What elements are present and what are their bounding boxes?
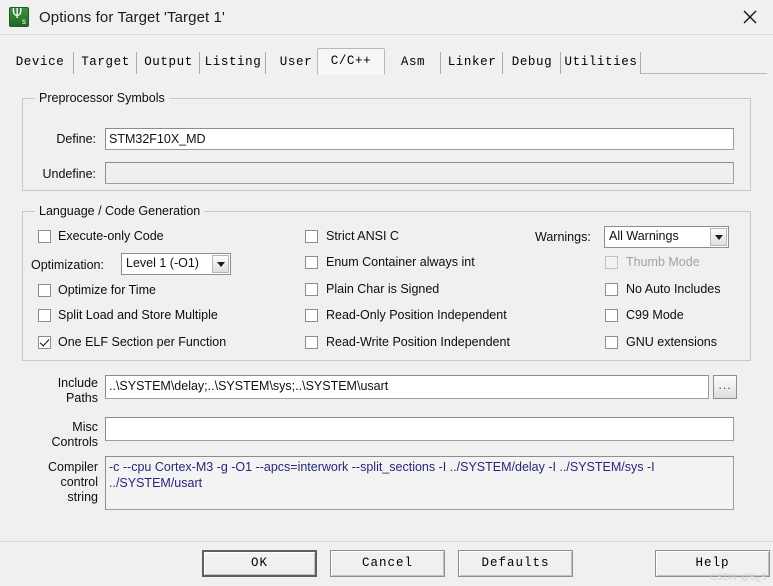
tab-strip: Device Target Output Listing User C/C++ … bbox=[6, 48, 767, 75]
checkbox-split-load-and-store-multiple[interactable] bbox=[38, 309, 51, 322]
misc-controls-label-line2: Controls bbox=[51, 435, 98, 449]
label-gnu-extensions[interactable]: GNU extensions bbox=[626, 335, 717, 349]
tab-output[interactable]: Output bbox=[137, 52, 200, 74]
compiler-control-string-label-line2: control bbox=[60, 475, 98, 489]
optimization-select[interactable]: Level 1 (-O1) bbox=[121, 253, 231, 275]
define-label: Define: bbox=[56, 132, 96, 146]
label-strict-ansi-c[interactable]: Strict ANSI C bbox=[326, 229, 399, 243]
define-input[interactable]: STM32F10X_MD bbox=[105, 128, 734, 150]
defaults-button[interactable]: Defaults bbox=[458, 550, 573, 577]
checkbox-execute-only-code[interactable] bbox=[38, 230, 51, 243]
include-paths-label-line2: Paths bbox=[66, 391, 98, 405]
compiler-control-string-label-line3: string bbox=[67, 490, 98, 504]
tab-debug[interactable]: Debug bbox=[503, 52, 561, 74]
language-code-generation-legend: Language / Code Generation bbox=[35, 204, 205, 218]
chevron-down-icon[interactable] bbox=[212, 255, 229, 273]
tab-c-cpp[interactable]: C/C++ bbox=[317, 48, 385, 75]
label-read-only-position-independent[interactable]: Read-Only Position Independent bbox=[326, 308, 507, 322]
tab-listing[interactable]: Listing bbox=[200, 52, 266, 74]
preprocessor-symbols-legend: Preprocessor Symbols bbox=[35, 91, 169, 105]
warnings-select[interactable]: All Warnings bbox=[604, 226, 729, 248]
optimization-label: Optimization: bbox=[31, 258, 104, 272]
include-paths-input[interactable]: ..\SYSTEM\delay;..\SYSTEM\sys;..\SYSTEM\… bbox=[105, 375, 709, 399]
include-paths-browse-button[interactable]: ... bbox=[713, 375, 737, 399]
tab-asm[interactable]: Asm bbox=[385, 52, 441, 74]
checkbox-no-auto-includes[interactable] bbox=[605, 283, 618, 296]
checkbox-plain-char-is-signed[interactable] bbox=[305, 283, 318, 296]
label-read-write-position-independent[interactable]: Read-Write Position Independent bbox=[326, 335, 510, 349]
compiler-control-string-label-line1: Compiler bbox=[47, 460, 98, 474]
checkbox-read-write-position-independent[interactable] bbox=[305, 336, 318, 349]
misc-controls-input[interactable] bbox=[105, 417, 734, 441]
checkbox-read-only-position-independent[interactable] bbox=[305, 309, 318, 322]
compiler-control-string-output: -c --cpu Cortex-M3 -g -O1 --apcs=interwo… bbox=[105, 456, 734, 510]
window-title: Options for Target 'Target 1' bbox=[39, 8, 225, 26]
label-split-load-and-store-multiple[interactable]: Split Load and Store Multiple bbox=[58, 308, 218, 322]
watermark: CSDN @5¿5 bbox=[709, 572, 767, 582]
label-thumb-mode: Thumb Mode bbox=[626, 255, 700, 269]
checkbox-one-elf-section-per-function[interactable] bbox=[38, 336, 51, 349]
ok-button[interactable]: OK bbox=[202, 550, 317, 577]
button-bar-divider bbox=[0, 541, 773, 542]
cancel-button[interactable]: Cancel bbox=[330, 550, 445, 577]
checkbox-strict-ansi-c[interactable] bbox=[305, 230, 318, 243]
label-c99-mode[interactable]: C99 Mode bbox=[626, 308, 684, 322]
checkbox-optimize-for-time[interactable] bbox=[38, 284, 51, 297]
undefine-label: Undefine: bbox=[42, 167, 96, 181]
label-one-elf-section-per-function[interactable]: One ELF Section per Function bbox=[58, 335, 226, 349]
label-execute-only-code[interactable]: Execute-only Code bbox=[58, 229, 164, 243]
checkbox-thumb-mode bbox=[605, 256, 618, 269]
checkbox-gnu-extensions[interactable] bbox=[605, 336, 618, 349]
warnings-value: All Warnings bbox=[609, 229, 679, 243]
keil-uvision-icon bbox=[9, 6, 29, 27]
checkbox-enum-container-always-int[interactable] bbox=[305, 256, 318, 269]
label-plain-char-is-signed[interactable]: Plain Char is Signed bbox=[326, 282, 439, 296]
checkbox-c99-mode[interactable] bbox=[605, 309, 618, 322]
undefine-input[interactable] bbox=[105, 162, 734, 184]
label-enum-container-always-int[interactable]: Enum Container always int bbox=[326, 255, 475, 269]
close-icon[interactable] bbox=[727, 0, 773, 33]
chevron-down-icon[interactable] bbox=[710, 228, 727, 246]
include-paths-label-line1: Include bbox=[57, 376, 98, 390]
misc-controls-label-line1: Misc bbox=[72, 420, 98, 434]
label-optimize-for-time[interactable]: Optimize for Time bbox=[58, 283, 156, 297]
tab-utilities[interactable]: Utilities bbox=[561, 52, 641, 74]
tab-target[interactable]: Target bbox=[74, 52, 137, 74]
title-bar: Options for Target 'Target 1' bbox=[0, 0, 773, 35]
label-no-auto-includes[interactable]: No Auto Includes bbox=[626, 282, 721, 296]
optimization-value: Level 1 (-O1) bbox=[126, 256, 199, 270]
tab-linker[interactable]: Linker bbox=[441, 52, 503, 74]
warnings-label: Warnings: bbox=[535, 230, 591, 244]
tab-device[interactable]: Device bbox=[6, 52, 74, 74]
